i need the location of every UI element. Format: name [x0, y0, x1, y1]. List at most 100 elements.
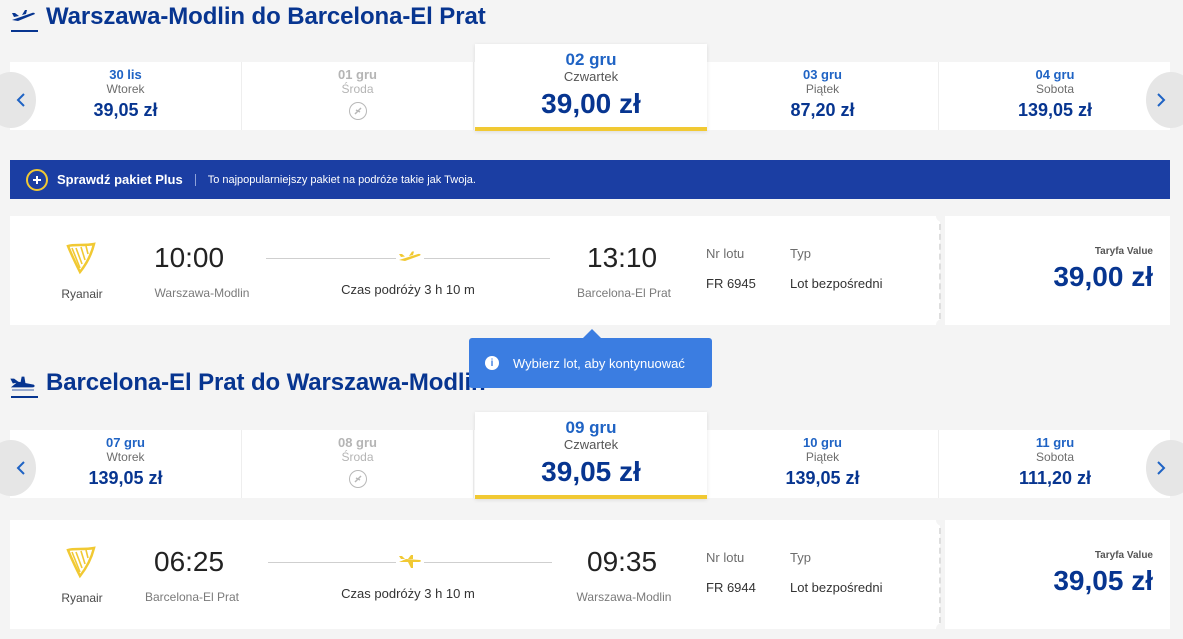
flight-type: Lot bezpośredni: [790, 580, 883, 595]
select-flight-tooltip: i Wybierz lot, aby kontynuować: [469, 329, 712, 388]
flight-type-label: Typ: [790, 246, 811, 261]
ryanair-harp-logo: [66, 242, 96, 275]
ryanair-harp-logo: [66, 546, 96, 579]
fare-box[interactable]: Taryfa Value 39,05 zł: [945, 520, 1170, 629]
card-divider: [939, 224, 941, 319]
day-price: 39,05 zł: [541, 456, 641, 487]
airline-name: Ryanair: [61, 591, 103, 605]
day-price: 111,20 zł: [1018, 468, 1092, 488]
outbound-day-1: 01 gru Środa: [242, 62, 474, 130]
flight-duration: Czas podróży 3 h 10 m: [341, 586, 475, 601]
heading-underline: [11, 396, 38, 398]
departure-city: Warszawa-Modlin: [154, 286, 250, 300]
chevron-right-icon: [1157, 93, 1166, 107]
return-day-2[interactable]: 09 gru Czwartek 39,05 zł: [475, 412, 707, 499]
outbound-date-carousel: 30 lis Wtorek 39,05 zł 01 gru Środa 02 g…: [0, 44, 1183, 134]
flight-number: FR 6944: [706, 580, 756, 595]
chevron-left-icon: [16, 93, 25, 107]
day-date: 01 gru: [337, 67, 377, 82]
outbound-day-2[interactable]: 02 gru Czwartek 39,00 zł: [475, 44, 707, 131]
flight-details: Ryanair 10:00 Warszawa-Modlin Czas podró…: [10, 216, 940, 325]
flight-duration: Czas podróży 3 h 10 m: [341, 282, 475, 297]
day-date: 07 gru: [105, 435, 145, 450]
tooltip-message: Wybierz lot, aby kontynuować: [513, 355, 685, 371]
arrival-time: 09:35: [587, 546, 658, 577]
banner-title: Sprawdź pakiet Plus: [57, 172, 183, 187]
flight-number: FR 6945: [706, 276, 756, 291]
day-weekday: Piątek: [805, 82, 840, 96]
day-weekday: Sobota: [1035, 82, 1075, 96]
day-price: 39,05 zł: [93, 100, 158, 120]
outbound-title: Warszawa-Modlin do Barcelona-El Prat: [46, 3, 486, 30]
return-day-3[interactable]: 10 gru Piątek 139,05 zł: [707, 430, 939, 498]
day-weekday: Piątek: [805, 450, 840, 464]
banner-separator: [194, 173, 196, 186]
no-flight-icon: [348, 102, 367, 120]
day-date: 02 gru: [565, 50, 617, 69]
banner-description: To najpopularniejszy pakiet na podróże t…: [207, 173, 476, 186]
return-date-carousel: 07 gru Wtorek 139,05 zł 08 gru Środa 09 …: [0, 412, 1183, 502]
outbound-day-0[interactable]: 30 lis Wtorek 39,05 zł: [10, 62, 242, 130]
heading-underline: [11, 30, 38, 32]
flight-type: Lot bezpośredni: [790, 276, 883, 291]
day-price: 39,00 zł: [541, 88, 641, 119]
no-flight-icon: [348, 470, 367, 488]
return-day-1: 08 gru Środa: [242, 430, 474, 498]
plane-icon: [396, 555, 424, 574]
day-weekday: Sobota: [1035, 450, 1075, 464]
outbound-day-4[interactable]: 04 gru Sobota 139,05 zł: [939, 62, 1171, 130]
flight-number-label: Nr lotu: [706, 246, 745, 261]
day-date: 11 gru: [1035, 435, 1075, 450]
airline: Ryanair: [46, 544, 118, 605]
arrival-city: Warszawa-Modlin: [576, 590, 672, 604]
day-date: 03 gru: [802, 67, 842, 82]
info-icon: i: [485, 356, 499, 370]
return-title: Barcelona-El Prat do Warszawa-Modlin: [46, 369, 486, 396]
chevron-right-icon: [1157, 461, 1166, 475]
return-day-0[interactable]: 07 gru Wtorek 139,05 zł: [10, 430, 242, 498]
fare-box[interactable]: Taryfa Value 39,00 zł: [945, 216, 1170, 325]
fare-name: Taryfa Value: [1094, 550, 1153, 561]
return-day-4[interactable]: 11 gru Sobota 111,20 zł: [939, 430, 1171, 498]
chevron-left-icon: [16, 461, 25, 475]
outbound-flight-card[interactable]: Ryanair 10:00 Warszawa-Modlin Czas podró…: [10, 210, 1170, 331]
plane-takeoff-icon: [0, 9, 36, 25]
return-flight-card[interactable]: Ryanair 06:25 Barcelona-El Prat Czas pod…: [10, 514, 1170, 635]
plane-landing-icon: [0, 375, 36, 391]
day-price: 139,05 zł: [785, 468, 860, 488]
departure-time: 10:00: [154, 242, 225, 273]
departure-time: 06:25: [154, 546, 225, 577]
fare-price: 39,00 zł: [1053, 261, 1153, 292]
tooltip-caret: [582, 329, 602, 339]
day-weekday: Środa: [341, 82, 374, 96]
airline-name: Ryanair: [61, 287, 103, 301]
day-weekday: Środa: [341, 450, 374, 464]
day-date: 10 gru: [802, 435, 842, 450]
day-date: 04 gru: [1035, 67, 1075, 82]
departure-city: Barcelona-El Prat: [144, 590, 240, 604]
flight-details: Ryanair 06:25 Barcelona-El Prat Czas pod…: [10, 520, 940, 629]
fare-price: 39,05 zł: [1053, 565, 1153, 596]
day-weekday: Wtorek: [106, 450, 145, 464]
day-price: 87,20 zł: [790, 100, 855, 120]
day-weekday: Czwartek: [563, 69, 619, 84]
day-date: 08 gru: [337, 435, 377, 450]
day-date: 09 gru: [565, 418, 617, 437]
airline: Ryanair: [46, 240, 118, 301]
day-weekday: Wtorek: [106, 82, 145, 96]
arrival-city: Barcelona-El Prat: [576, 286, 672, 300]
plus-package-banner[interactable]: Sprawdź pakiet Plus To najpopularniejszy…: [10, 160, 1170, 199]
day-price: 139,05 zł: [1017, 100, 1093, 120]
arrival-time: 13:10: [587, 242, 658, 273]
day-price: 139,05 zł: [88, 468, 163, 488]
flight-number-label: Nr lotu: [706, 550, 745, 565]
day-date: 30 lis: [109, 67, 142, 82]
day-weekday: Czwartek: [563, 437, 619, 452]
fare-name: Taryfa Value: [1094, 246, 1153, 257]
plus-circle-icon: [26, 168, 48, 191]
outbound-day-3[interactable]: 03 gru Piątek 87,20 zł: [707, 62, 939, 130]
flight-type-label: Typ: [790, 550, 811, 565]
outbound-heading: Warszawa-Modlin do Barcelona-El Prat: [0, 0, 700, 34]
plane-icon: [396, 251, 424, 270]
card-divider: [939, 528, 941, 623]
